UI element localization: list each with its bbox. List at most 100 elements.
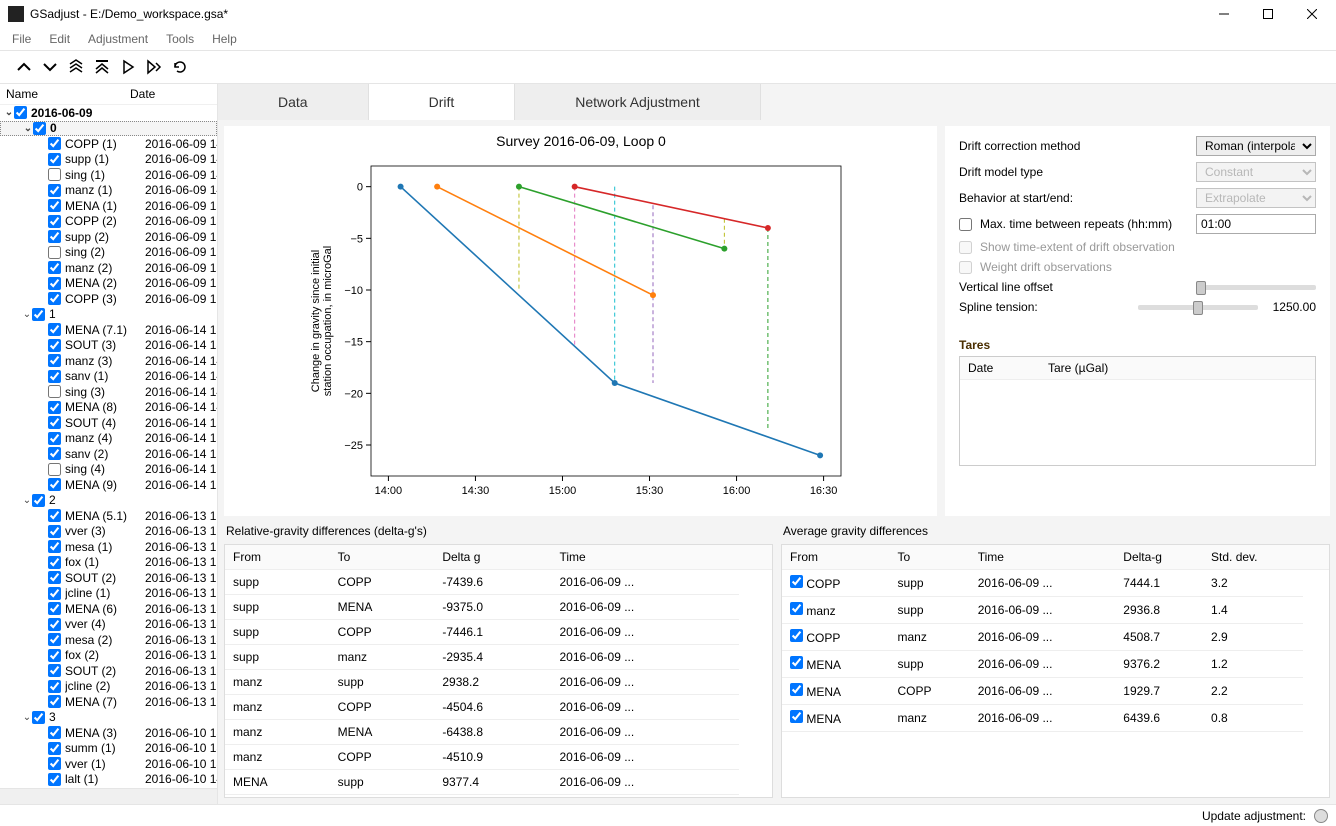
tree-col-date[interactable]: Date (124, 84, 161, 104)
tree-item[interactable]: vver (4)2016-06-13 18:21 (0, 617, 217, 633)
table-row[interactable]: MENAmanz2016-06-09 ...6439.60.8 (782, 705, 1329, 732)
vlo-slider[interactable] (1196, 285, 1316, 290)
tree-item[interactable]: ⌄2 (0, 493, 217, 509)
tree-checkbox[interactable] (48, 525, 61, 538)
tares-col-date[interactable]: Date (960, 357, 1040, 379)
tree-checkbox[interactable] (48, 339, 61, 352)
tree-checkbox[interactable] (48, 230, 61, 243)
tree-item[interactable]: manz (3)2016-06-14 14:07 (0, 353, 217, 369)
tree-checkbox[interactable] (48, 540, 61, 553)
table-row[interactable]: suppMENA-9375.02016-06-09 ... (225, 595, 772, 620)
row-checkbox[interactable] (790, 602, 803, 615)
tree-item[interactable]: supp (2)2016-06-09 15:31 (0, 229, 217, 245)
menu-file[interactable]: File (4, 30, 39, 48)
tree-checkbox[interactable] (48, 478, 61, 491)
tree-item[interactable]: vver (1)2016-06-10 13:44 (0, 756, 217, 772)
table-row[interactable]: manzCOPP-4510.92016-06-09 ... (225, 745, 772, 770)
table-row[interactable]: manzMENA-6438.82016-06-09 ... (225, 720, 772, 745)
tree-item[interactable]: SOUT (2)2016-06-13 19:00 (0, 663, 217, 679)
menu-tools[interactable]: Tools (158, 30, 202, 48)
tree-checkbox[interactable] (48, 726, 61, 739)
tree-checkbox[interactable] (48, 215, 61, 228)
tree-checkbox[interactable] (48, 649, 61, 662)
tree-item[interactable]: fox (1)2016-06-13 17:08 (0, 555, 217, 571)
tree-checkbox[interactable] (48, 680, 61, 693)
col-header[interactable]: Delta g (434, 545, 551, 570)
menu-help[interactable]: Help (204, 30, 245, 48)
table-row[interactable]: manzsupp2938.22016-06-09 ... (225, 670, 772, 695)
tree-item[interactable]: COPP (3)2016-06-09 16:29 (0, 291, 217, 307)
tree-body[interactable]: ⌄2016-06-09⌄0COPP (1)2016-06-09 14:04sup… (0, 105, 217, 788)
tab-drift[interactable]: Drift (369, 84, 516, 120)
tree-item[interactable]: COPP (1)2016-06-09 14:04 (0, 136, 217, 152)
tab-netadj[interactable]: Network Adjustment (515, 84, 761, 120)
tree-item[interactable]: lalt (1)2016-06-10 14:03 (0, 772, 217, 788)
tree-item[interactable]: jcline (1)2016-06-13 17:42 (0, 586, 217, 602)
stacktop-icon[interactable] (90, 55, 114, 79)
tree-checkbox[interactable] (48, 463, 61, 476)
row-checkbox[interactable] (790, 683, 803, 696)
col-header[interactable]: Time (970, 545, 1116, 570)
tree-item[interactable]: sanv (2)2016-06-14 15:45 (0, 446, 217, 462)
tree-checkbox[interactable] (48, 292, 61, 305)
tree-item[interactable]: summ (1)2016-06-10 13:33 (0, 741, 217, 757)
tree-item[interactable]: MENA (8)2016-06-14 14:39 (0, 400, 217, 416)
tree-item[interactable]: SOUT (2)2016-06-13 17:29 (0, 570, 217, 586)
tree-item[interactable]: manz (2)2016-06-09 15:56 (0, 260, 217, 276)
tree-checkbox[interactable] (48, 277, 61, 290)
table-row[interactable]: MENACOPP2016-06-09 ...1929.72.2 (782, 678, 1329, 705)
tree-item[interactable]: manz (4)2016-06-14 15:31 (0, 431, 217, 447)
tree-checkbox[interactable] (48, 602, 61, 615)
up-icon[interactable] (12, 55, 36, 79)
tree-checkbox[interactable] (48, 633, 61, 646)
tree-checkbox[interactable] (48, 618, 61, 631)
row-checkbox[interactable] (790, 575, 803, 588)
close-button[interactable] (1290, 0, 1334, 28)
tree-item[interactable]: ⌄2016-06-09 (0, 105, 217, 121)
col-header[interactable]: From (225, 545, 330, 570)
row-checkbox[interactable] (790, 710, 803, 723)
tree-checkbox[interactable] (48, 695, 61, 708)
table-row[interactable]: suppmanz-2935.42016-06-09 ... (225, 645, 772, 670)
tree-item[interactable]: MENA (1)2016-06-09 15:04 (0, 198, 217, 214)
table-row[interactable]: manzsupp2016-06-09 ...2936.81.4 (782, 597, 1329, 624)
tree-checkbox[interactable] (48, 587, 61, 600)
tree-item[interactable]: fox (2)2016-06-13 18:46 (0, 648, 217, 664)
tree-checkbox[interactable] (32, 711, 45, 724)
method-select[interactable]: Roman (interpolate) (1196, 136, 1316, 156)
tree-item[interactable]: MENA (7)2016-06-13 19:49 (0, 694, 217, 710)
tree-item[interactable]: MENA (7.1)2016-06-14 13:27 (0, 322, 217, 338)
tree-item[interactable]: MENA (6)2016-06-13 18:03 (0, 601, 217, 617)
tree-checkbox[interactable] (48, 184, 61, 197)
tree-checkbox[interactable] (32, 308, 45, 321)
tree-checkbox[interactable] (48, 416, 61, 429)
table-row[interactable]: MENAsupp9377.42016-06-09 ... (225, 770, 772, 795)
stack-icon[interactable] (64, 55, 88, 79)
menu-edit[interactable]: Edit (41, 30, 78, 48)
tree-item[interactable]: mesa (2)2016-06-13 18:34 (0, 632, 217, 648)
tree-item[interactable]: COPP (2)2016-06-09 15:18 (0, 214, 217, 230)
tree-checkbox[interactable] (48, 354, 61, 367)
col-header[interactable]: Std. dev. (1203, 545, 1303, 570)
table-row[interactable]: COPPmanz2016-06-09 ...4508.72.9 (782, 624, 1329, 651)
tree-item[interactable]: SOUT (3)2016-06-14 13:52 (0, 338, 217, 354)
tree-item[interactable]: ⌄3 (0, 710, 217, 726)
tree-item[interactable]: sing (3)2016-06-14 14:37 (0, 384, 217, 400)
table-row[interactable]: suppCOPP-7439.62016-06-09 ... (225, 570, 772, 595)
tree-item[interactable]: ⌄1 (0, 307, 217, 323)
tree-checkbox[interactable] (32, 494, 45, 507)
tree-item[interactable]: MENA (2)2016-06-09 16:11 (0, 276, 217, 292)
tree-item[interactable]: manz (1)2016-06-09 14:45 (0, 183, 217, 199)
tree-item[interactable]: vver (3)2016-06-13 16:36 (0, 524, 217, 540)
tree-item[interactable]: sing (2)2016-06-09 15:44 (0, 245, 217, 261)
tree-item[interactable]: jcline (2)2016-06-13 19:15 (0, 679, 217, 695)
tree-checkbox[interactable] (48, 664, 61, 677)
row-checkbox[interactable] (790, 629, 803, 642)
minimize-button[interactable] (1202, 0, 1246, 28)
tree-checkbox[interactable] (33, 122, 46, 135)
table-row[interactable]: COPPsupp2016-06-09 ...7444.13.2 (782, 570, 1329, 597)
tab-data[interactable]: Data (218, 84, 369, 120)
col-header[interactable]: Delta-g (1115, 545, 1203, 570)
tree-h-scrollbar[interactable] (0, 788, 217, 804)
tree-checkbox[interactable] (48, 401, 61, 414)
